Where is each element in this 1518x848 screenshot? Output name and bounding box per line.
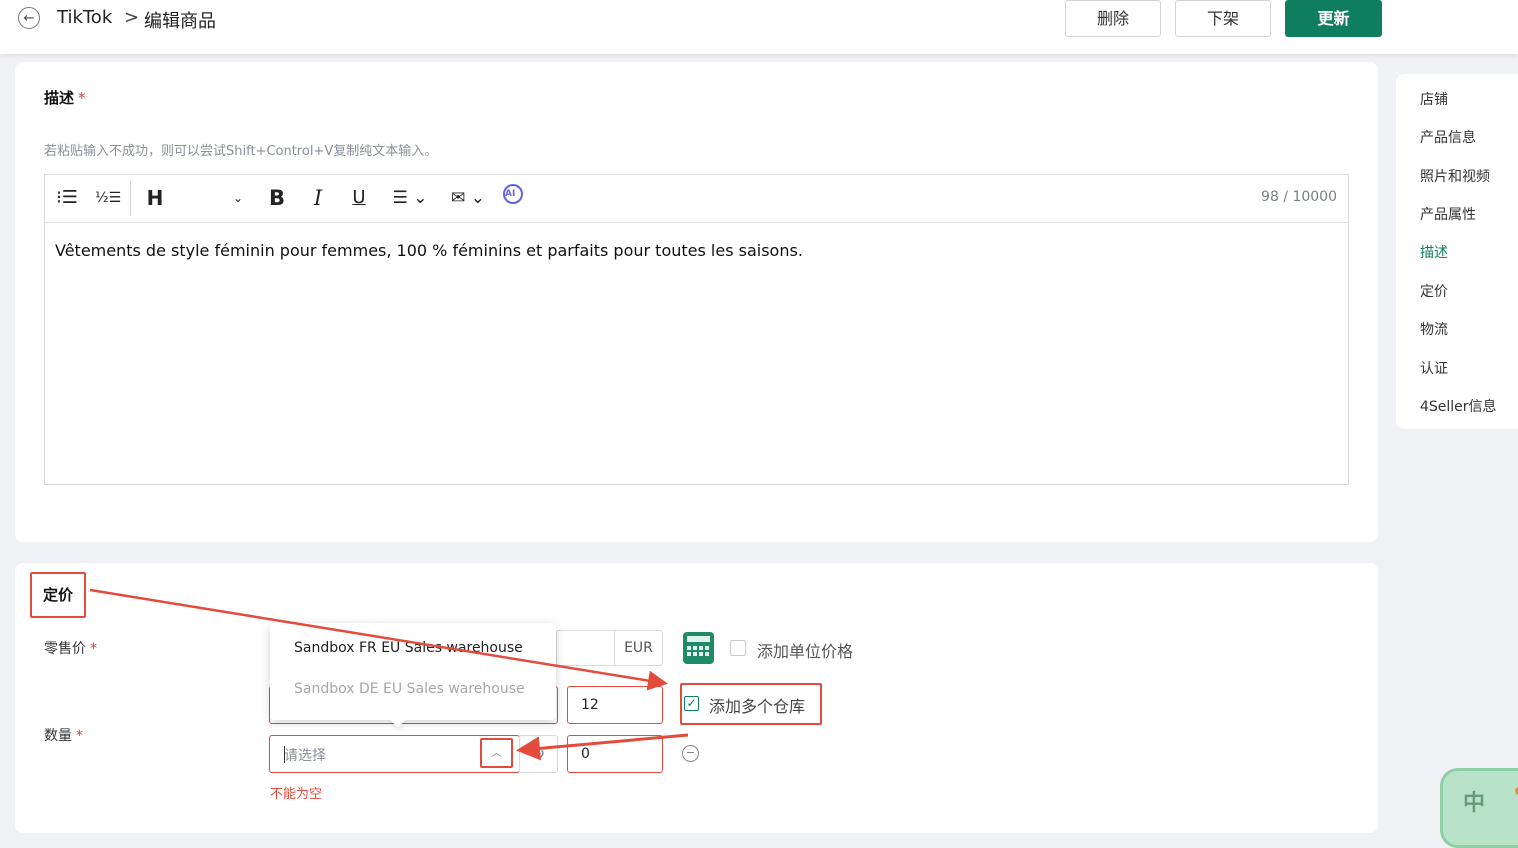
dropdown-option[interactable]: Sandbox FR EU Sales warehouse xyxy=(294,640,523,656)
calculator-key xyxy=(705,652,709,656)
nav-item-photos-videos[interactable]: 照片和视频 xyxy=(1420,166,1490,186)
add-multi-warehouse-label[interactable]: 添加多个仓库 xyxy=(709,693,805,717)
bullet-list-icon[interactable]: ⁝☰ xyxy=(55,185,79,211)
add-unit-price-label[interactable]: 添加单位价格 xyxy=(757,638,853,662)
add-multi-warehouse-checkbox[interactable]: ✓ xyxy=(684,696,699,711)
nav-item-store[interactable]: 店铺 xyxy=(1420,89,1448,109)
chevron-up-icon[interactable]: ︿ xyxy=(480,738,513,768)
calculator-screen xyxy=(687,636,710,642)
calculator-key xyxy=(693,652,697,656)
toolbar-divider xyxy=(130,181,131,216)
calculator-icon[interactable] xyxy=(683,632,714,664)
page-header: ← TikTok > 编辑商品 删除 下架 更新 xyxy=(0,0,1518,54)
ime-indicator[interactable]: 中 xyxy=(1440,768,1518,848)
pricing-title: 定价 xyxy=(30,572,86,618)
italic-button[interactable]: I xyxy=(309,185,327,211)
chevron-right-icon: > xyxy=(124,7,140,28)
ordered-list-icon[interactable]: ½☰ xyxy=(95,185,121,211)
required-mark: * xyxy=(76,728,83,744)
nav-item-attributes[interactable]: 产品属性 xyxy=(1420,204,1476,224)
update-button[interactable]: 更新 xyxy=(1285,0,1382,37)
warehouse-stock-input-2[interactable]: 0 xyxy=(567,735,663,773)
currency-suffix: EUR xyxy=(614,630,663,666)
section-nav: 店铺 产品信息 照片和视频 产品属性 描述 定价 物流 认证 4Seller信息 xyxy=(1396,74,1518,429)
nav-item-product-info[interactable]: 产品信息 xyxy=(1420,127,1476,147)
nav-item-pricing[interactable]: 定价 xyxy=(1420,281,1448,301)
retail-price-input[interactable] xyxy=(556,630,614,666)
text-caret xyxy=(284,746,285,763)
bold-button[interactable]: B xyxy=(267,185,287,211)
ime-indicator-label: 中 xyxy=(1463,791,1486,816)
back-arrow-icon[interactable]: ← xyxy=(18,7,40,29)
paste-hint: 若粘贴输入不成功，则可以尝试Shift+Control+V复制纯文本输入。 xyxy=(44,144,438,159)
dropdown-option-disabled: Sandbox DE EU Sales warehouse xyxy=(294,681,525,697)
calculator-key xyxy=(687,646,691,650)
remove-row-icon[interactable]: − xyxy=(682,745,699,762)
calculator-key xyxy=(693,646,697,650)
add-unit-price-checkbox[interactable] xyxy=(730,640,746,656)
breadcrumb-root[interactable]: TikTok xyxy=(57,7,112,28)
retail-price-label-text: 零售价 xyxy=(44,641,86,657)
validation-error: 不能为空 xyxy=(270,787,323,802)
calculator-key xyxy=(699,652,703,656)
delete-button[interactable]: 删除 xyxy=(1065,0,1161,37)
required-mark: * xyxy=(78,89,86,107)
page-title: 编辑商品 xyxy=(144,11,216,32)
quantity-label: 数量 * xyxy=(44,725,83,745)
delist-button[interactable]: 下架 xyxy=(1175,0,1271,37)
warehouse-dropdown: Sandbox FR EU Sales warehouse Sandbox DE… xyxy=(270,623,556,720)
calculator-key xyxy=(687,652,691,656)
underline-button[interactable]: U xyxy=(349,185,369,211)
quantity-label-text: 数量 xyxy=(44,728,72,744)
ai-assistant-icon[interactable]: AI xyxy=(503,184,523,204)
warehouse-stock-input-1[interactable]: 12 xyxy=(567,686,663,724)
description-title: 描述 * xyxy=(44,87,86,108)
retail-price-label: 零售价 * xyxy=(44,638,97,658)
nav-item-certification[interactable]: 认证 xyxy=(1420,358,1448,378)
image-icon[interactable]: ✉ ⌄ xyxy=(445,185,491,211)
required-mark: * xyxy=(90,641,97,657)
editor-toolbar: ⁝☰ ½☰ H ⌄ B I U ☰ ⌄ ✉ ⌄ AI 98 / 10000 xyxy=(45,175,1348,223)
chevron-down-icon[interactable]: ⌄ xyxy=(231,185,245,211)
nav-item-logistics[interactable]: 物流 xyxy=(1420,319,1448,339)
align-icon[interactable]: ☰ ⌄ xyxy=(387,185,433,211)
nav-item-4seller-info[interactable]: 4Seller信息 xyxy=(1420,396,1497,416)
warehouse-select-placeholder: 请选择 xyxy=(284,748,326,764)
rich-text-editor: ⁝☰ ½☰ H ⌄ B I U ☰ ⌄ ✉ ⌄ AI 98 / 10000 Vê… xyxy=(44,174,1349,485)
calculator-key xyxy=(705,646,709,650)
description-content[interactable]: Vêtements de style féminin pour femmes, … xyxy=(55,241,803,260)
character-counter: 98 / 10000 xyxy=(1261,189,1337,205)
refresh-icon[interactable]: ↻ xyxy=(519,735,558,773)
nav-item-description[interactable]: 描述 xyxy=(1420,242,1448,262)
calculator-key xyxy=(699,646,703,650)
description-title-text: 描述 xyxy=(44,89,75,107)
heading-button[interactable]: H xyxy=(145,185,165,211)
